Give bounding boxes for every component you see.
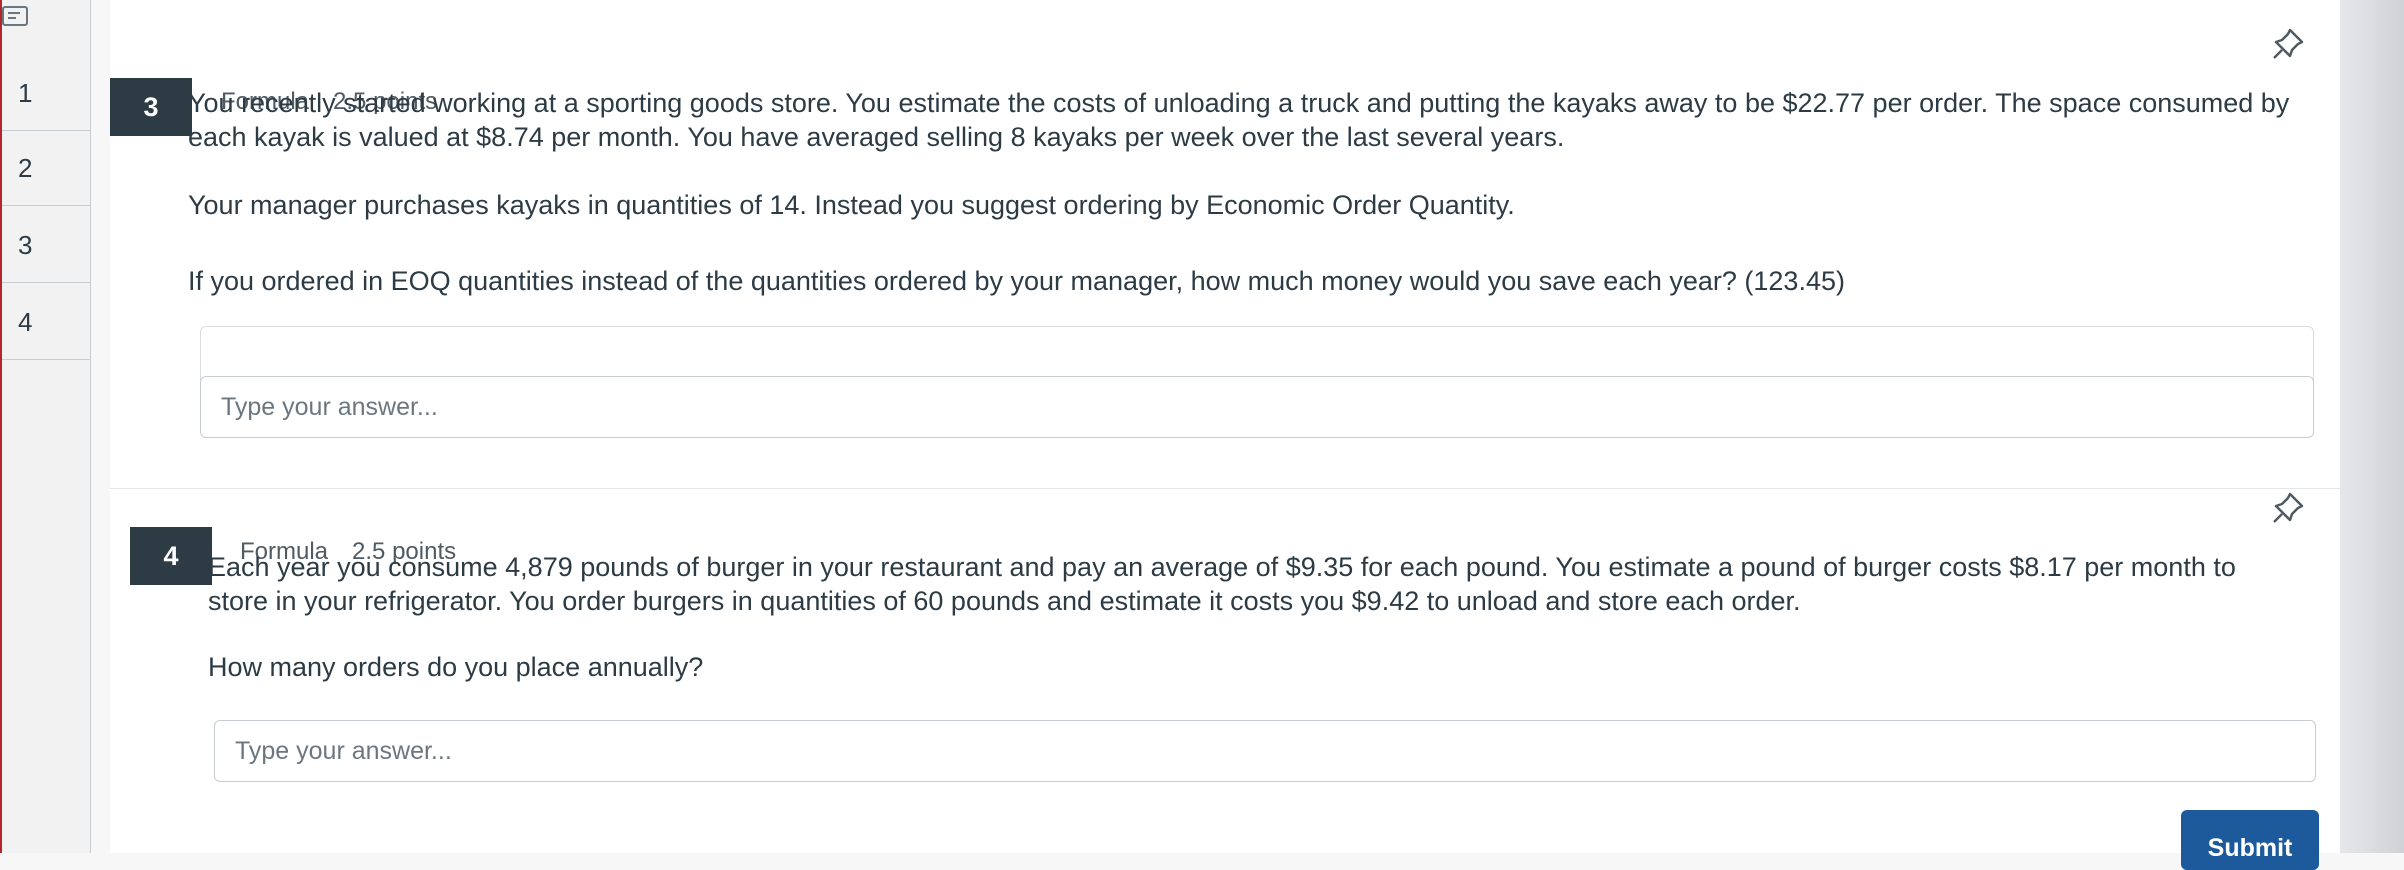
sidebar-item-3[interactable]: 3 bbox=[0, 208, 90, 283]
window-edge bbox=[0, 0, 2, 853]
sidebar-item-label: 1 bbox=[18, 78, 33, 108]
question-number-badge: 3 bbox=[110, 78, 192, 136]
list-icon[interactable] bbox=[2, 6, 28, 26]
sidebar-toggle[interactable] bbox=[0, 0, 90, 40]
question-paragraph: Your manager purchases kayaks in quantit… bbox=[188, 190, 1515, 220]
sidebar-item-label: 3 bbox=[18, 230, 33, 260]
pin-icon[interactable] bbox=[2270, 490, 2306, 526]
question-prompt: If you ordered in EOQ quantities instead… bbox=[188, 266, 1845, 296]
sidebar-item-1[interactable]: 1 bbox=[0, 56, 90, 131]
question-text: Each year you consume 4,879 pounds of bu… bbox=[208, 550, 2278, 684]
answer-input[interactable] bbox=[214, 720, 2316, 782]
scrollbar-area[interactable] bbox=[2340, 0, 2404, 853]
pin-icon[interactable] bbox=[2270, 26, 2306, 62]
question-text: You recently started working at a sporti… bbox=[188, 86, 2328, 298]
question-sidebar: 1 2 3 4 bbox=[0, 0, 91, 853]
answer-input[interactable] bbox=[200, 376, 2314, 438]
question-number-badge: 4 bbox=[130, 527, 212, 585]
sidebar-item-label: 2 bbox=[18, 153, 33, 183]
sidebar-item-2[interactable]: 2 bbox=[0, 131, 90, 206]
sidebar-item-4[interactable]: 4 bbox=[0, 285, 90, 360]
submit-button[interactable]: Submit bbox=[2181, 810, 2319, 870]
question-paragraph: You recently started working at a sporti… bbox=[188, 88, 2290, 152]
question-paragraph: Each year you consume 4,879 pounds of bu… bbox=[208, 552, 2236, 616]
question-prompt: How many orders do you place annually? bbox=[208, 652, 704, 682]
sidebar-item-label: 4 bbox=[18, 307, 33, 337]
question-divider bbox=[110, 488, 2340, 489]
